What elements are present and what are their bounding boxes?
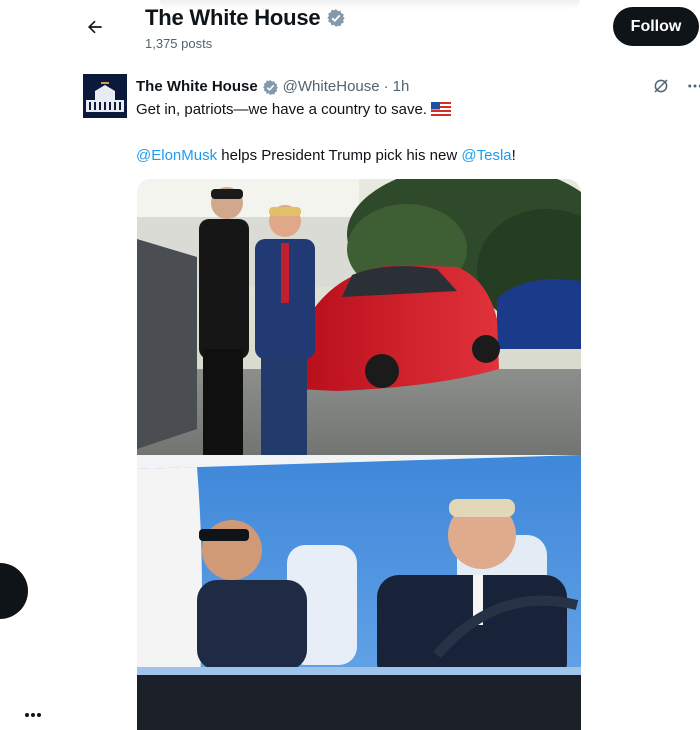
arrow-left-icon (88, 20, 102, 34)
photo-inside-car[interactable] (137, 455, 581, 730)
avatar[interactable] (83, 74, 127, 118)
post-line-2-middle: helps President Trump pick his new (217, 147, 462, 164)
more-horizontal-icon[interactable] (686, 77, 700, 95)
post-line-2-end: ! (511, 147, 516, 164)
grok-icon[interactable] (652, 77, 670, 95)
more-horizontal-icon (25, 713, 41, 717)
photo-cars-on-lawn[interactable] (137, 179, 581, 469)
post-line-1: Get in, patriots—we have a country to sa… (136, 100, 586, 120)
post-line-1-text: Get in, patriots—we have a country to sa… (136, 101, 427, 118)
page-title: The White House (145, 4, 346, 32)
post-count: 1,375 posts (145, 36, 213, 51)
mention-tesla[interactable]: @Tesla (461, 147, 511, 164)
floating-button[interactable] (0, 563, 28, 619)
more-menu-button[interactable] (20, 705, 46, 725)
verified-badge-icon (327, 9, 346, 27)
post-text: Get in, patriots—we have a country to sa… (136, 100, 586, 166)
profile-header: The White House 1,375 posts Follow (0, 0, 700, 62)
post-media[interactable] (137, 179, 581, 730)
verified-badge-icon (262, 79, 278, 95)
meta-separator: · (383, 78, 389, 95)
back-button[interactable] (80, 12, 110, 42)
post-line-2: @ElonMusk helps President Trump pick his… (136, 146, 586, 166)
post-header: The White House @WhiteHouse · 1h (136, 77, 409, 97)
author-name[interactable]: The White House (136, 77, 258, 97)
header-title-block: The White House 1,375 posts (145, 4, 346, 51)
post-time[interactable]: 1h (393, 77, 410, 97)
page-title-text: The White House (145, 5, 321, 30)
author-handle[interactable]: @WhiteHouse (283, 77, 380, 97)
follow-button[interactable]: Follow (613, 7, 699, 46)
post-actions (652, 77, 700, 95)
white-house-logo-icon (83, 74, 127, 118)
us-flag-icon (431, 102, 452, 116)
mention-elonmusk[interactable]: @ElonMusk (136, 147, 217, 164)
